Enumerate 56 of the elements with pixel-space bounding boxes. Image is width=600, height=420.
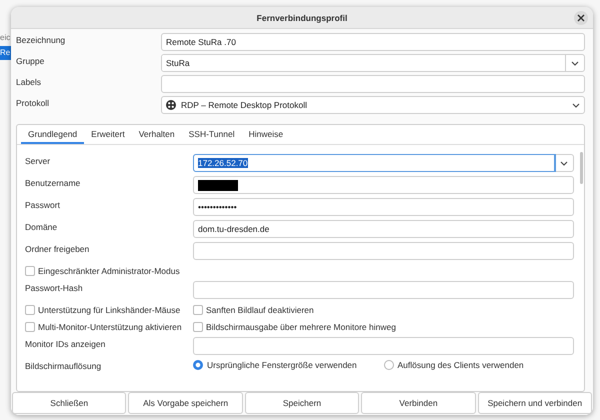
dialog-button[interactable]: Verbinden [361,392,476,414]
checkbox-label: Unterstützung für Linkshänder-Mäuse [38,304,180,314]
checkbox-label: Bildschirmausgabe über mehrere Monitore hinweg [206,322,396,332]
checkbox[interactable] [193,322,203,332]
tab[interactable]: Erweitert [84,125,132,144]
dialog-button[interactable]: Als Vorgabe speichern [128,392,243,414]
dialog-button[interactable]: Speichern und verbinden [478,392,592,414]
checkbox[interactable] [25,266,35,276]
dialog-button[interactable]: Speichern [244,392,360,414]
field-label: Bildschirmauflösung [25,360,102,371]
close-icon [577,14,585,22]
radio-label: Auflösung des Clients verwenden [398,360,524,370]
checkbox-label: Eingeschränkter Administrator-Modus [38,266,180,276]
field-label: Protokoll [16,97,50,108]
checkbox[interactable] [25,304,35,314]
chevron-down-icon [560,160,568,166]
tab[interactable]: SSH-Tunnel [182,125,242,144]
input-field[interactable] [193,337,574,355]
input-field[interactable] [193,281,574,299]
dropdown[interactable]: RDP – Remote Desktop Protokoll [161,96,585,114]
input-field[interactable]: StuRa [162,55,566,71]
input-field[interactable]: Remote StuRa .70 [161,33,585,51]
radio-button[interactable] [384,360,394,370]
input-field[interactable]: 172.26.52.70 [194,155,555,171]
field-label: Ordner freigeben [25,243,90,254]
tab[interactable]: Verhalten [132,125,182,144]
input-field[interactable]: dom.tu-dresden.de [193,220,574,238]
field-label: Bezeichnung [16,34,66,45]
tab[interactable]: Grundlegend [21,125,84,144]
dialog-button[interactable]: Schließen [12,392,126,414]
checkbox-label: Multi-Monitor-Unterstützung aktivieren [38,322,182,332]
checkbox[interactable] [193,304,203,314]
scrollbar-thumb[interactable] [580,152,583,184]
checkbox[interactable] [25,322,35,332]
chevron-down-icon [571,60,579,66]
field-label: Domäne [25,221,58,232]
protocol-icon [166,100,176,110]
field-label: Labels [16,76,42,87]
close-button[interactable] [574,11,588,25]
radio-label: Ursprüngliche Fenstergröße verwenden [207,360,357,370]
input-field[interactable] [161,75,585,93]
radio-button[interactable] [193,360,203,370]
field-label: Passwort [25,199,61,210]
redaction-mark [198,180,238,190]
chevron-down-icon [572,102,580,108]
field-label: Passwort-Hash [25,282,84,293]
field-label: Benutzername [25,177,82,188]
input-field[interactable] [193,242,574,260]
input-field[interactable]: ••••••••••••• [193,198,574,216]
input-field[interactable] [193,176,574,194]
field-label: Monitor IDs anzeigen [25,338,106,349]
column-header: eic [0,33,10,42]
tab[interactable]: Hinweise [242,125,290,144]
checkbox-label: Sanften Bildlauf deaktivieren [206,304,314,314]
field-label: Server [25,155,52,166]
window-title: Fernverbindungsprofil [256,12,348,22]
